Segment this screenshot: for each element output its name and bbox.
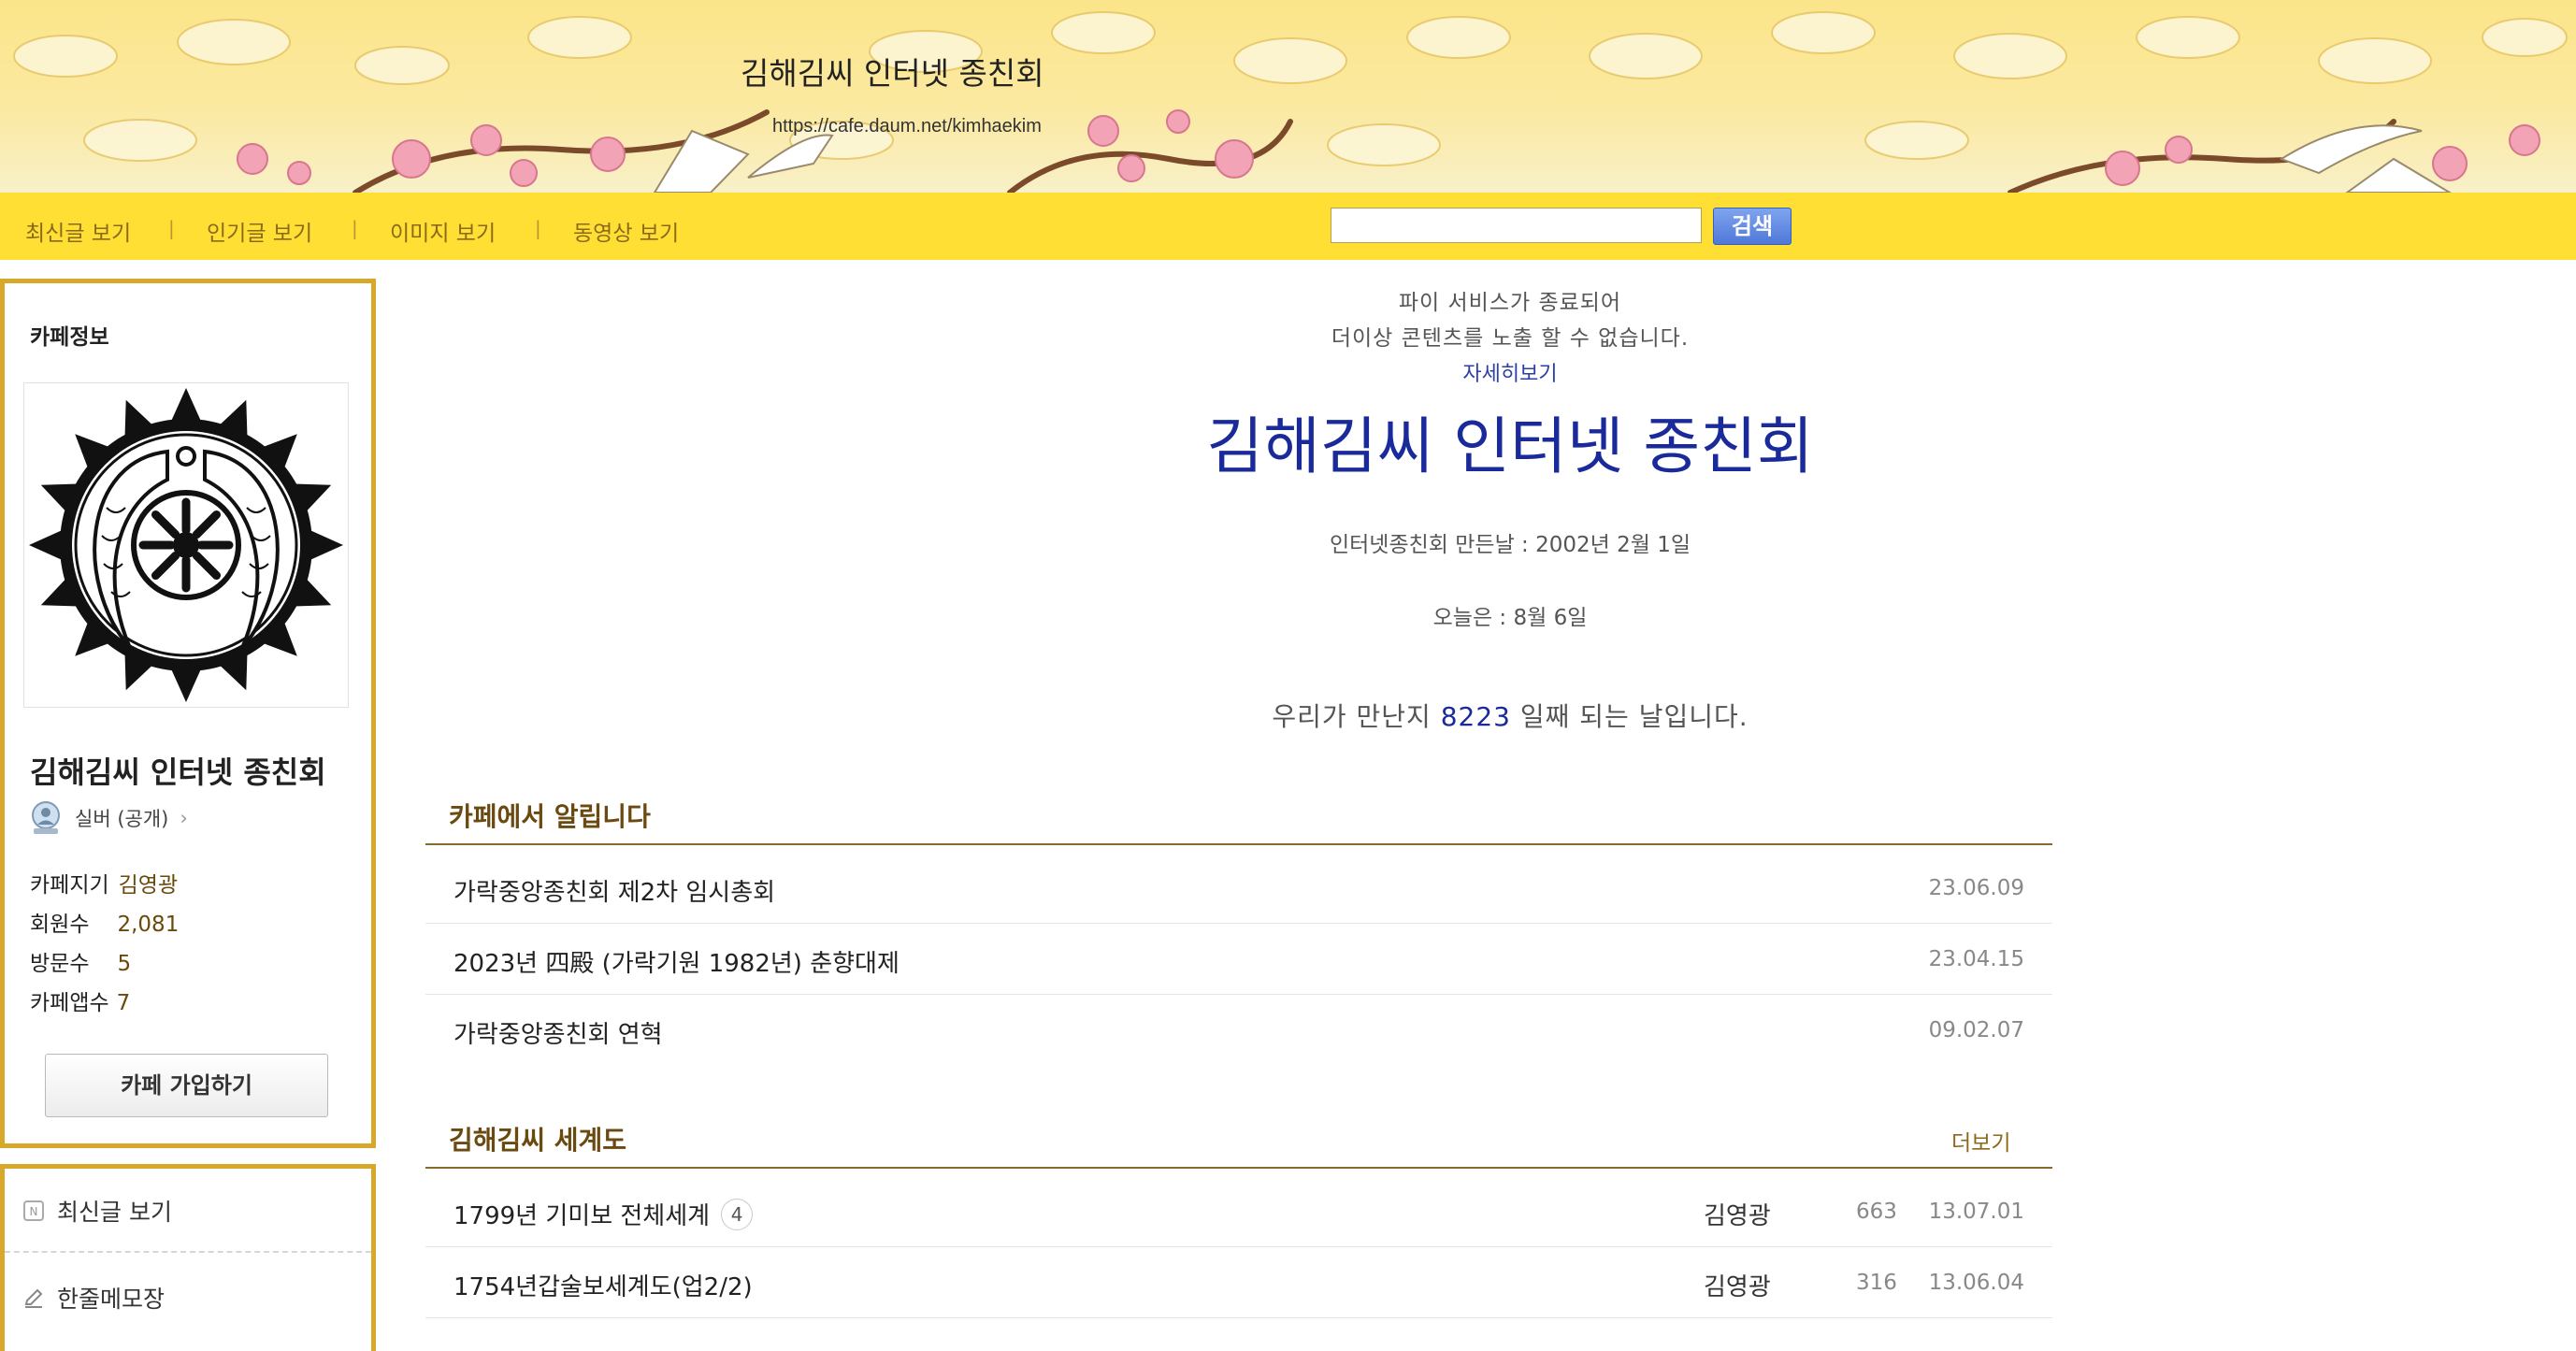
post-author[interactable]: 김영광 bbox=[1704, 1268, 1771, 1302]
stat-value: 7 bbox=[116, 991, 131, 1015]
stat-label: 방문수 bbox=[30, 952, 90, 976]
detail-link[interactable]: 자세히보기 bbox=[0, 357, 2576, 387]
cafe-url[interactable]: https://cafe.daum.net/kimhaekim bbox=[772, 116, 1042, 137]
sidebar-cafe-name: 김해김씨 인터넷 종친회 bbox=[30, 755, 326, 790]
service-ended-notice-detail: 더이상 콘텐츠를 노출 할 수 없습니다. bbox=[1331, 326, 1690, 351]
nav-latest-posts[interactable]: 최신글 보기 bbox=[25, 215, 131, 247]
main-title: 김해김씨 인터넷 종친회 bbox=[1206, 410, 1814, 482]
section-divider bbox=[425, 1167, 2052, 1169]
cafe-grade[interactable]: 실버 (공개) › bbox=[28, 799, 188, 837]
nav-separator: | bbox=[168, 217, 175, 239]
post-title[interactable]: 가락중앙종친회 연혁 bbox=[453, 1015, 663, 1050]
table-row[interactable]: 가락중앙종친회 연혁 09.02.07 bbox=[425, 995, 2052, 1065]
days-suffix: 일째 되는 날입니다. bbox=[1519, 701, 1749, 732]
top-navbar: 최신글 보기 | 인기글 보기 | 이미지 보기 | 동영상 보기 검색 bbox=[0, 193, 2576, 260]
stat-value: 2,081 bbox=[117, 913, 180, 937]
svg-text:N: N bbox=[30, 1205, 38, 1218]
banner-decoration bbox=[13, 11, 2568, 193]
sidebar-menu: N 최신글 보기 한줄메모장 bbox=[0, 1164, 376, 1351]
menu-divider bbox=[5, 1251, 371, 1253]
join-cafe-button[interactable]: 카페 가입하기 bbox=[45, 1054, 328, 1117]
post-author[interactable]: 김영광 bbox=[1704, 1197, 1771, 1231]
days-prefix: 우리가 만난지 bbox=[1272, 701, 1432, 732]
more-link[interactable]: 더보기 bbox=[1951, 1125, 2010, 1157]
post-views: 316 bbox=[1856, 1271, 1897, 1295]
stat-app-count: 카페앱수 7 bbox=[30, 985, 130, 1016]
pencil-icon bbox=[24, 1288, 43, 1308]
silver-grade-icon bbox=[32, 801, 60, 834]
nav-image-view[interactable]: 이미지 보기 bbox=[390, 215, 496, 247]
post-date: 23.04.15 bbox=[1928, 947, 2024, 971]
founded-date: 인터넷종친회 만든날 : 2002년 2월 1일 bbox=[1329, 533, 1691, 557]
nav-separator: | bbox=[352, 217, 358, 239]
section-divider bbox=[425, 843, 2052, 845]
post-title-group[interactable]: 1799년 기미보 전체세계 4 bbox=[453, 1197, 754, 1231]
search-input[interactable] bbox=[1331, 208, 1702, 243]
post-date: 23.06.09 bbox=[1928, 876, 2024, 900]
post-title[interactable]: 가락중앙종친회 제2차 임시총회 bbox=[453, 873, 775, 908]
sidebar-item-memo[interactable]: 한줄메모장 bbox=[23, 1281, 165, 1315]
days-together: 우리가 만난지 8223 일째 되는 날입니다. bbox=[0, 697, 2576, 734]
grade-label: 실버 (공개) bbox=[75, 808, 169, 830]
nav-separator: | bbox=[535, 217, 541, 239]
table-row[interactable]: 1754년갑술보세계도(업2/2) 김영광 316 13.06.04 bbox=[425, 1247, 2052, 1318]
post-views: 663 bbox=[1856, 1200, 1897, 1224]
sidebar-item-latest[interactable]: N 최신글 보기 bbox=[23, 1194, 172, 1228]
days-count: 8223 bbox=[1440, 701, 1511, 732]
nav-popular-posts[interactable]: 인기글 보기 bbox=[207, 215, 312, 247]
post-date: 09.02.07 bbox=[1928, 1018, 2024, 1042]
stat-members: 회원수 2,081 bbox=[30, 906, 179, 938]
cafe-title[interactable]: 김해김씨 인터넷 종친회 bbox=[741, 49, 1044, 93]
stat-label: 카페앱수 bbox=[30, 991, 109, 1015]
nav-video-view[interactable]: 동영상 보기 bbox=[573, 215, 679, 247]
today-date: 오늘은 : 8월 6일 bbox=[1432, 606, 1588, 630]
post-date: 13.07.01 bbox=[1928, 1200, 2024, 1224]
chevron-right-icon: › bbox=[180, 807, 188, 829]
table-row[interactable]: 2023년 四殿 (가락기원 1982년) 춘향대제 23.04.15 bbox=[425, 924, 2052, 995]
genealogy-section-title[interactable]: 김해김씨 세계도 bbox=[449, 1120, 626, 1157]
comment-count-badge[interactable]: 4 bbox=[721, 1198, 754, 1230]
new-badge-icon: N bbox=[23, 1200, 44, 1221]
service-ended-notice: 파이 서비스가 종료되어 bbox=[1398, 291, 1622, 315]
post-title[interactable]: 2023년 四殿 (가락기원 1982년) 춘향대제 bbox=[453, 944, 899, 979]
stat-value[interactable]: 김영광 bbox=[119, 873, 178, 898]
sidebar-item-label: 한줄메모장 bbox=[57, 1286, 165, 1313]
stat-label: 회원수 bbox=[30, 913, 90, 937]
table-row[interactable]: 1799년 기미보 전체세계 4 김영광 663 13.07.01 bbox=[425, 1176, 2052, 1247]
stat-value: 5 bbox=[117, 952, 132, 976]
post-title[interactable]: 1799년 기미보 전체세계 bbox=[453, 1197, 710, 1231]
stat-label: 카페지기 bbox=[30, 873, 109, 898]
post-title[interactable]: 1754년갑술보세계도(업2/2) bbox=[453, 1268, 753, 1302]
stat-visits: 방문수 5 bbox=[30, 945, 131, 977]
stat-manager: 카페지기 김영광 bbox=[30, 867, 178, 898]
table-row[interactable]: 가락중앙종친회 제2차 임시총회 23.06.09 bbox=[425, 853, 2052, 924]
sidebar-item-label: 최신글 보기 bbox=[57, 1199, 172, 1226]
notices-section-title[interactable]: 카페에서 알립니다 bbox=[449, 797, 651, 834]
post-date: 13.06.04 bbox=[1928, 1271, 2024, 1295]
header-banner: 김해김씨 인터넷 종친회 https://cafe.daum.net/kimha… bbox=[0, 0, 2576, 193]
search-button[interactable]: 검색 bbox=[1713, 208, 1792, 245]
